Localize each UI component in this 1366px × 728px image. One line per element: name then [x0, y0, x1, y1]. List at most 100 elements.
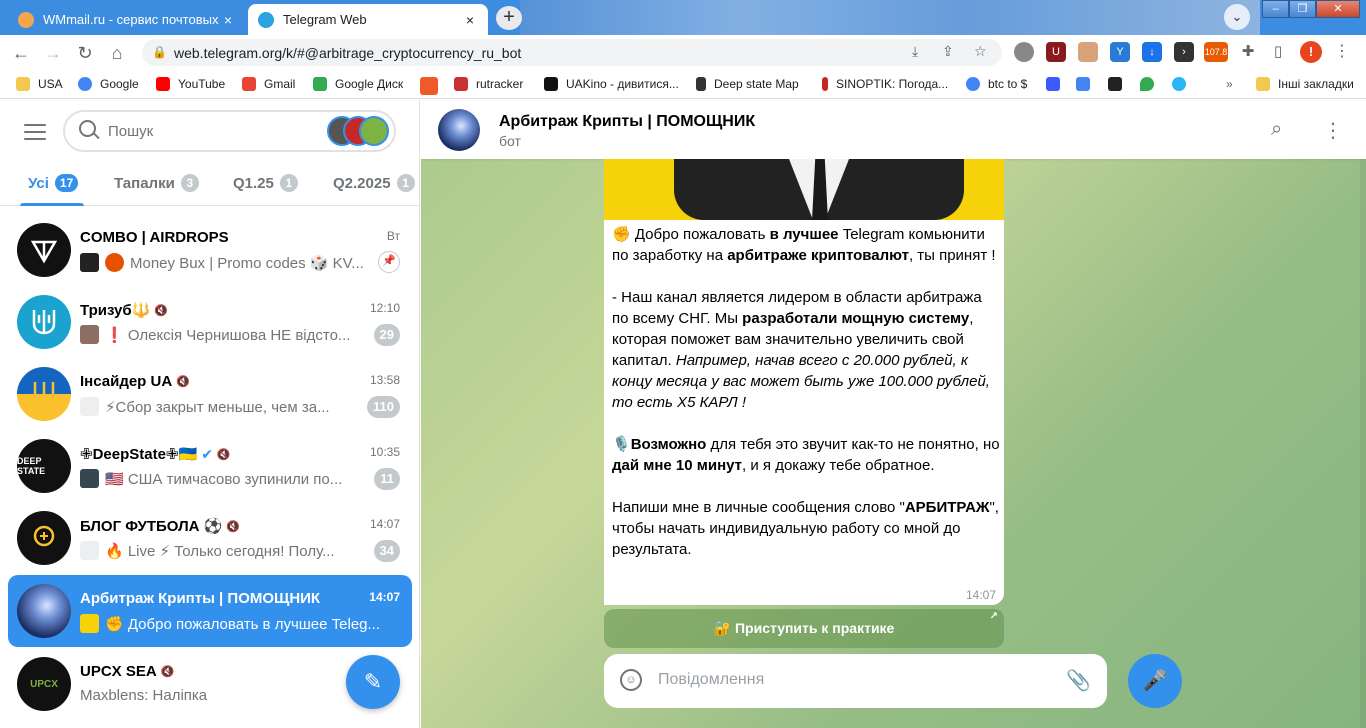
- bookmark-deepstate[interactable]: Deep state Map: [696, 77, 799, 91]
- window-close-button[interactable]: ✕: [1316, 0, 1360, 18]
- emoji-icon[interactable]: ☺: [620, 669, 642, 691]
- tab-tapalki[interactable]: Тапалки 3: [114, 174, 199, 192]
- unread-badge: 29: [373, 324, 400, 346]
- bookmark-youtube[interactable]: YouTube: [156, 77, 225, 91]
- chat-preview: 🇺🇸 США тимчасово зупинили по...: [80, 469, 370, 488]
- reload-icon[interactable]: ↻: [72, 40, 98, 66]
- radio-extension-icon[interactable]: 107.8: [1204, 42, 1228, 62]
- bookmark-star-ext[interactable]: [1172, 77, 1194, 91]
- bookmark-btc[interactable]: btc to $: [966, 77, 1027, 91]
- media-thumbnail: [80, 541, 99, 560]
- close-tab-icon[interactable]: ×: [220, 12, 236, 28]
- folder-icon: [16, 77, 30, 91]
- chat-avatar[interactable]: [438, 109, 480, 151]
- bookmark-uakino[interactable]: UAKino - дивитися...: [544, 77, 679, 91]
- puzzle-extensions-icon[interactable]: ✚: [1238, 42, 1258, 62]
- bookmark-f[interactable]: [420, 77, 446, 95]
- chat-item-blog-futbola[interactable]: БЛОГ ФУТБОЛА ⚽ 🔇 14:07 🔥 Live ⚡ Только се…: [8, 502, 412, 574]
- bookmark-other[interactable]: Інші закладки: [1256, 77, 1354, 91]
- muted-icon: 🔇: [216, 448, 231, 461]
- arrow-extension-icon[interactable]: ›: [1174, 42, 1194, 62]
- maximize-button[interactable]: ❐: [1289, 0, 1316, 18]
- bookmark-google-drive[interactable]: Google Диск: [313, 77, 403, 91]
- chat-time: 14:07: [369, 517, 400, 531]
- chat-name: ✙DeepState✙🇺🇦 ✔ 🔇: [80, 445, 231, 464]
- forward-arrow-icon[interactable]: →: [40, 40, 66, 66]
- avatar-extension-icon[interactable]: [1078, 42, 1098, 62]
- home-icon[interactable]: ⌂: [104, 40, 130, 66]
- chat-preview: ⚡Сбор закрыт меньше, чем за...: [80, 397, 370, 416]
- muted-icon: 🔇: [176, 376, 190, 388]
- chat-time: 14:07: [369, 590, 400, 604]
- hamburger-menu-icon[interactable]: [24, 124, 46, 140]
- inline-keyboard-button[interactable]: 🔐 Приступить к практике ↗: [604, 609, 1004, 648]
- bookmark-gmail[interactable]: Gmail: [242, 77, 295, 91]
- muted-icon: 🔇: [160, 666, 175, 678]
- bookmark-sinoptik[interactable]: SINOPTIK: Погода...: [822, 77, 948, 91]
- bookmark-ext-1[interactable]: [1046, 77, 1068, 91]
- microphone-icon[interactable]: 🎤: [1128, 654, 1182, 708]
- verified-icon: ✔: [201, 445, 213, 462]
- chat-item-insider-ua[interactable]: Інсайдер UA 🔇 13:58 ⚡Сбор закрыт меньше, …: [8, 358, 412, 430]
- browser-tab-telegram[interactable]: Telegram Web ×: [248, 4, 488, 35]
- bc-icon: [1108, 77, 1122, 91]
- tab-q2-2025[interactable]: Q2.2025 1: [333, 174, 415, 192]
- search-input[interactable]: Пошук: [63, 110, 396, 152]
- side-panel-icon[interactable]: ▯: [1268, 42, 1288, 62]
- message-bubble: ✊ Добро пожаловать в лучшее Telegram ком…: [604, 159, 1004, 605]
- message-input[interactable]: ☺ Повідомлення 📎: [604, 654, 1107, 708]
- bookmark-maps[interactable]: [1140, 77, 1162, 91]
- install-app-icon[interactable]: ⤓: [912, 43, 918, 60]
- scrollbar[interactable]: [1360, 159, 1366, 728]
- tab-search-chevron-icon[interactable]: ⌄: [1224, 4, 1250, 30]
- search-icon[interactable]: ⌕: [1271, 118, 1282, 141]
- back-arrow-icon[interactable]: ←: [8, 40, 34, 66]
- ublock-extension-icon[interactable]: U: [1046, 42, 1066, 62]
- bookmark-rutracker[interactable]: rutracker: [454, 77, 523, 91]
- download-extension-icon[interactable]: ↓: [1142, 42, 1162, 62]
- chat-item-combo-airdrops[interactable]: COMBO | AIRDROPS Вт Money Bux | Promo co…: [8, 214, 412, 286]
- bookmark-star-icon[interactable]: ☆: [974, 43, 987, 60]
- lock-icon: 🔒: [152, 45, 167, 59]
- message-image[interactable]: [604, 159, 1004, 220]
- avatar: [17, 223, 71, 277]
- bookmarks-overflow[interactable]: »: [1226, 77, 1233, 91]
- media-thumbnail: [80, 614, 99, 633]
- telegram-favicon-icon: [258, 11, 274, 28]
- chat-name: Тризуб🔱 🔇: [80, 302, 169, 319]
- close-tab-icon[interactable]: ×: [462, 12, 478, 28]
- muted-icon: 🔇: [154, 304, 169, 317]
- bookmark-bc[interactable]: [1108, 77, 1130, 91]
- avatar: [17, 584, 71, 638]
- attach-paperclip-icon[interactable]: 📎: [1066, 668, 1091, 693]
- tab-all[interactable]: Усі 17: [28, 174, 79, 192]
- chat-preview: ✊ Добро пожаловать в лучшее Teleg...: [80, 614, 400, 633]
- more-menu-icon[interactable]: ⋮: [1323, 118, 1343, 143]
- bookmark-usa[interactable]: USA: [16, 77, 63, 91]
- share-icon[interactable]: ⇪: [942, 43, 954, 60]
- minimize-button[interactable]: –: [1262, 0, 1289, 18]
- y-extension-icon[interactable]: Y: [1110, 42, 1130, 62]
- chat-header[interactable]: Арбитраж Крипты | ПОМОЩНИК бот ⌕ ⋮: [421, 100, 1366, 159]
- unread-badge: 11: [374, 468, 400, 490]
- story-avatar[interactable]: [359, 116, 389, 146]
- new-message-pencil-icon[interactable]: ✎: [346, 655, 400, 709]
- chat-name: Арбитраж Крипты | ПОМОЩНИК: [80, 590, 321, 607]
- search-icon: [79, 120, 96, 137]
- browser-tab-wmmail[interactable]: WMmail.ru - сервис почтовых р ×: [8, 4, 246, 35]
- tab-q1-25[interactable]: Q1.25 1: [233, 174, 298, 192]
- chat-list-panel: Пошук Усі 17 Тапалки 3 Q1.25 1 Q2.2025 1 COM…: [0, 100, 420, 728]
- new-tab-button[interactable]: +: [496, 6, 522, 30]
- f-icon: [420, 77, 438, 95]
- media-thumbnail: [80, 253, 99, 272]
- browser-menu-icon[interactable]: ⋮: [1332, 42, 1352, 62]
- address-bar[interactable]: 🔒 web.telegram.org/k/#@arbitrage_cryptoc…: [142, 39, 1002, 66]
- chat-item-tryzub[interactable]: Тризуб🔱 🔇 12:10 ❗ Олексія Чернишова НЕ ві…: [8, 286, 412, 358]
- bookmark-google[interactable]: Google: [78, 77, 139, 91]
- chat-item-deepstate[interactable]: DEEP STATE ✙DeepState✙🇺🇦 ✔ 🔇 10:35 🇺🇸 США …: [8, 430, 412, 502]
- url-text[interactable]: web.telegram.org/k/#@arbitrage_cryptocur…: [174, 45, 521, 61]
- profile-avatar[interactable]: !: [1300, 41, 1322, 63]
- globe-extension-icon[interactable]: [1014, 42, 1034, 62]
- chat-item-arbitrazh-kripty[interactable]: Арбитраж Крипты | ПОМОЩНИК 14:07 ✊ Добро…: [8, 575, 412, 647]
- bookmark-translate[interactable]: [1076, 77, 1098, 91]
